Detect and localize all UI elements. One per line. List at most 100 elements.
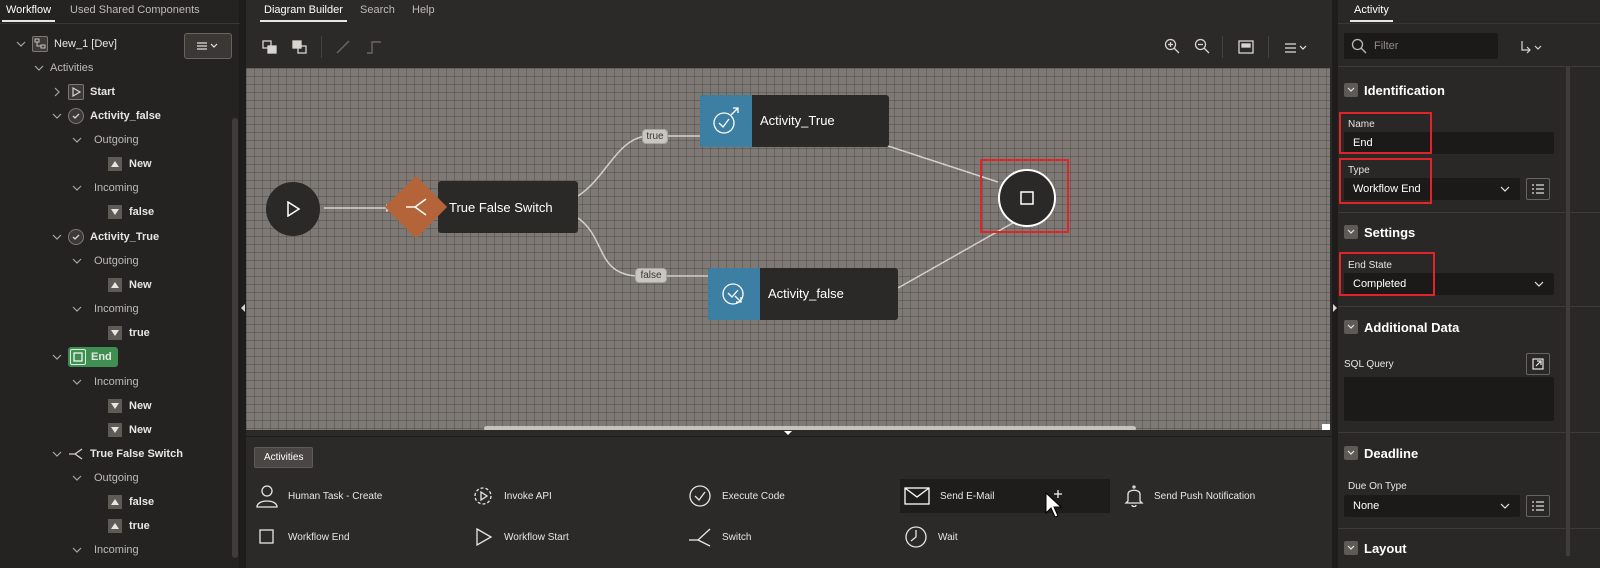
fit-window-icon[interactable]	[1238, 40, 1254, 54]
tree-item-activity-false[interactable]: Activity_false	[52, 106, 161, 126]
tree-transition[interactable]: true	[108, 516, 150, 536]
straight-link-icon[interactable]	[336, 40, 350, 54]
palette-item-invoke-api[interactable]: Invoke API	[472, 481, 552, 511]
tree-activities[interactable]: Activities	[34, 58, 93, 78]
workflow-icon	[32, 36, 48, 52]
chevron-down-icon	[1534, 281, 1544, 287]
tree-incoming[interactable]: Incoming	[72, 299, 139, 319]
tree-transition[interactable]: true	[108, 323, 150, 343]
tree-item-activity-true[interactable]: Activity_True	[52, 227, 159, 247]
tree-outgoing-label: Outgoing	[94, 134, 139, 146]
tree-item-label: End	[91, 351, 112, 363]
tree-item-label: false	[129, 496, 155, 508]
tab-workflow[interactable]: Workflow	[1, 4, 56, 22]
tree-item-switch[interactable]: True False Switch	[52, 444, 183, 464]
tab-used-shared-components[interactable]: Used Shared Components	[70, 4, 200, 16]
property-scrollbar[interactable]	[1566, 66, 1570, 556]
tree-item-label: false	[129, 206, 155, 218]
false-edge-label[interactable]: false	[635, 268, 667, 283]
hamburger-chevron-icon[interactable]	[1284, 42, 1310, 54]
section-identification[interactable]: Identification	[1344, 80, 1445, 100]
section-title: Settings	[1364, 224, 1416, 240]
chevron-down-icon	[1344, 225, 1358, 239]
activity-false-node[interactable]: Activity_false	[708, 268, 898, 320]
palette-item-workflow-start[interactable]: Workflow Start	[474, 522, 569, 552]
send-back-icon[interactable]	[292, 40, 308, 54]
tree-transition[interactable]: New	[108, 396, 152, 416]
list-options-button[interactable]	[1526, 495, 1550, 517]
arrow-down-icon	[108, 326, 122, 340]
tree-transition[interactable]: New	[108, 275, 152, 295]
palette-item-execute-code[interactable]: Execute Code	[688, 481, 785, 511]
tree-transition[interactable]: New	[108, 420, 152, 440]
filter-input[interactable]: Filter	[1344, 33, 1498, 59]
activity-true-node[interactable]: Activity_True	[700, 95, 889, 147]
tree-item-end[interactable]: End	[52, 347, 118, 367]
tree-outgoing[interactable]: Outgoing	[72, 251, 139, 271]
chevron-down-icon	[16, 41, 26, 47]
palette-item-push-notification[interactable]: Send Push Notification	[1124, 481, 1255, 511]
tree-incoming[interactable]: Incoming	[72, 372, 139, 392]
tree-transition[interactable]: New	[108, 154, 152, 174]
activity-true-label: Activity_True	[760, 113, 835, 128]
tree-outgoing[interactable]: Outgoing	[72, 468, 139, 488]
section-settings[interactable]: Settings	[1344, 222, 1415, 242]
tree-outgoing-label: Outgoing	[94, 472, 139, 484]
clock-icon	[905, 526, 927, 548]
tree-incoming[interactable]: Incoming	[72, 178, 139, 198]
true-edge-label[interactable]: true	[642, 129, 668, 144]
tree-item-start[interactable]: Start	[52, 82, 115, 102]
orthogonal-link-icon[interactable]	[366, 40, 382, 54]
selected-node-pill[interactable]: End	[68, 347, 118, 367]
tree-outgoing-label: Outgoing	[94, 255, 139, 267]
section-additional-data[interactable]: Additional Data	[1344, 317, 1459, 337]
tree-transition[interactable]: false	[108, 202, 154, 222]
palette-item-wait[interactable]: Wait	[904, 522, 958, 552]
arrow-down-icon	[108, 423, 122, 437]
tree-incoming-label: Incoming	[94, 376, 139, 388]
chevron-down-icon	[72, 475, 82, 481]
start-node[interactable]	[266, 182, 320, 236]
tree-transition[interactable]: false	[108, 492, 154, 512]
palette-item-human-task[interactable]: Human Task - Create	[256, 481, 382, 511]
tab-diagram-builder[interactable]: Diagram Builder	[260, 4, 347, 22]
palette-item-send-email[interactable]: Send E-Mail	[900, 479, 1110, 513]
check-circle-icon	[722, 283, 744, 305]
tree-incoming[interactable]: Incoming	[72, 540, 139, 560]
bring-front-icon[interactable]	[262, 40, 278, 54]
chevron-down-icon	[72, 258, 82, 264]
tree-item-label: true	[129, 327, 150, 339]
palette-item-label: Send Push Notification	[1154, 490, 1256, 502]
toolbar-divider	[1222, 36, 1223, 58]
stop-square-icon	[70, 349, 86, 365]
tab-activity[interactable]: Activity	[1350, 4, 1393, 22]
chevron-down-icon	[72, 137, 82, 143]
zoom-out-icon[interactable]	[1194, 38, 1210, 54]
due-on-type-select-value: None	[1353, 500, 1380, 512]
palette-item-label: Human Task - Create	[288, 490, 383, 502]
switch-node[interactable]: True False Switch	[384, 175, 578, 239]
tree-root[interactable]: New_1 [Dev]	[16, 34, 117, 54]
tab-activities[interactable]: Activities	[254, 447, 314, 468]
sql-query-textarea[interactable]	[1344, 377, 1554, 421]
arrow-down-icon	[108, 205, 122, 219]
diagram-canvas[interactable]: True False Switch true false Activity_Tr…	[246, 68, 1330, 430]
zoom-in-icon[interactable]	[1164, 38, 1180, 54]
section-layout[interactable]: Layout	[1344, 538, 1407, 558]
tab-help[interactable]: Help	[412, 4, 435, 16]
due-on-type-select[interactable]: None	[1344, 495, 1520, 517]
palette-item-label: Wait	[938, 531, 958, 543]
hamburger-chevron-icon	[197, 42, 218, 50]
palette-item-workflow-end[interactable]: Workflow End	[258, 522, 350, 552]
go-to-group-icon[interactable]	[1520, 40, 1544, 56]
tree-menu-button[interactable]	[184, 33, 232, 59]
tree-scrollbar[interactable]	[232, 118, 238, 558]
open-code-editor-button[interactable]	[1526, 353, 1550, 375]
section-deadline[interactable]: Deadline	[1344, 443, 1418, 463]
end-node[interactable]	[998, 169, 1056, 227]
tree-incoming-label: Incoming	[94, 182, 139, 194]
tree-outgoing[interactable]: Outgoing	[72, 130, 139, 150]
tab-search[interactable]: Search	[360, 4, 395, 16]
palette-item-switch[interactable]: Switch	[688, 522, 751, 552]
list-options-button[interactable]	[1526, 178, 1550, 200]
